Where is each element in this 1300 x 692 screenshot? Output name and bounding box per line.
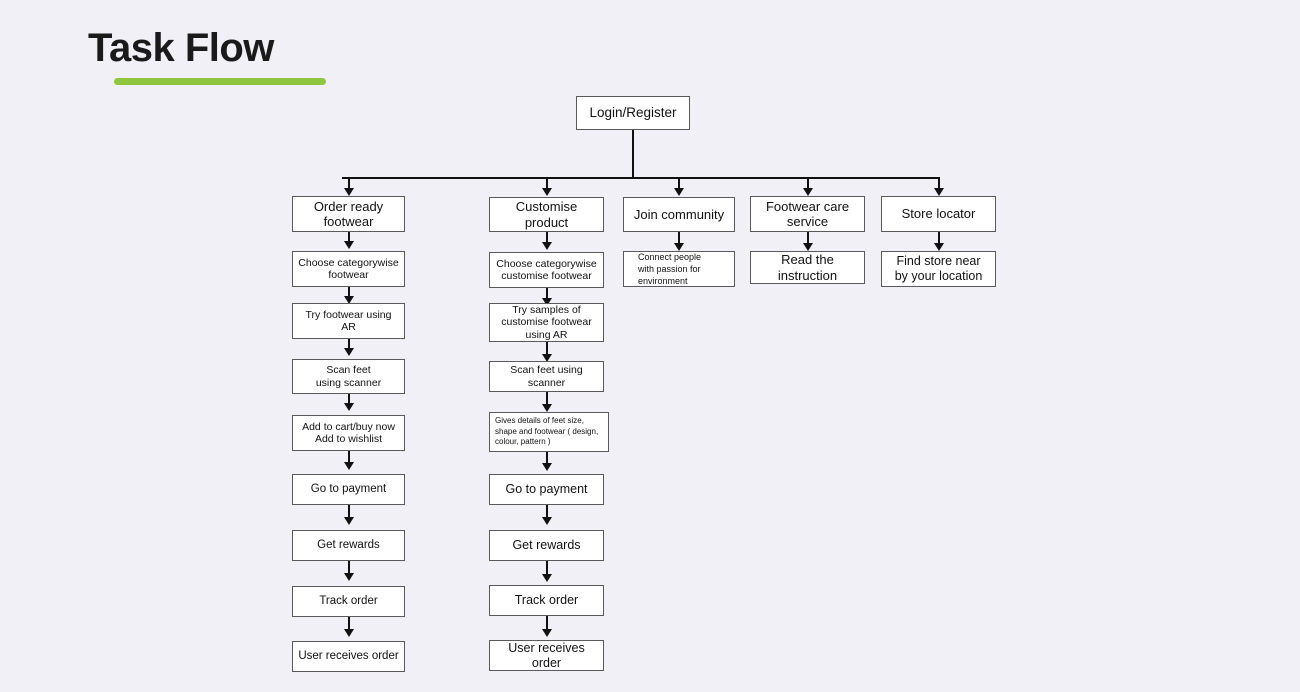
arrowhead-branch-2 — [542, 188, 552, 196]
page-title: Task Flow — [88, 26, 274, 70]
node-get-rewards-2[interactable]: Get rewards — [489, 530, 604, 561]
task-flow-canvas: Task Flow Login/Register Order ready foo… — [0, 0, 1300, 692]
node-scan-feet-using-scanner-2[interactable]: Scan feet using scanner — [489, 361, 604, 392]
node-footwear-care-service[interactable]: Footwear care service — [750, 196, 865, 232]
node-connect-people-passion-environment[interactable]: Connect people with passion for environm… — [623, 251, 735, 287]
arrowhead-branch-1 — [344, 188, 354, 196]
node-add-to-cart-wishlist[interactable]: Add to cart/buy now Add to wishlist — [292, 415, 405, 451]
node-login-register[interactable]: Login/Register — [576, 96, 690, 130]
node-store-locator[interactable]: Store locator — [881, 196, 996, 232]
node-read-the-instruction[interactable]: Read the instruction — [750, 251, 865, 284]
arrowhead-c3-1 — [674, 243, 684, 251]
node-try-footwear-using-ar[interactable]: Try footwear using AR — [292, 303, 405, 339]
node-join-community[interactable]: Join community — [623, 197, 735, 232]
node-choose-categorywise-footwear[interactable]: Choose categorywise footwear — [292, 251, 405, 287]
connector-c2-8 — [546, 616, 548, 630]
node-track-order-2[interactable]: Track order — [489, 585, 604, 616]
connector-branch-rail — [342, 177, 940, 179]
connector-root-stem — [632, 130, 634, 178]
node-try-samples-customise-footwear-ar[interactable]: Try samples of customise footwear using … — [489, 303, 604, 342]
node-order-ready-footwear[interactable]: Order ready footwear — [292, 196, 405, 232]
node-customise-product[interactable]: Customise product — [489, 197, 604, 232]
arrowhead-c1-8 — [344, 629, 354, 637]
node-gives-details-of-feet[interactable]: Gives details of feet size, shape and fo… — [489, 412, 609, 452]
arrowhead-c2-7 — [542, 574, 552, 582]
arrowhead-branch-3 — [674, 188, 684, 196]
arrowhead-c1-3 — [344, 348, 354, 356]
arrowhead-c2-6 — [542, 517, 552, 525]
node-scan-feet-using-scanner[interactable]: Scan feet using scanner — [292, 359, 405, 394]
node-user-receives-order-2[interactable]: User receives order — [489, 640, 604, 671]
connector-c2-7 — [546, 561, 548, 575]
title-block: Task Flow — [88, 26, 326, 85]
title-underline-accent — [114, 78, 326, 85]
arrowhead-c1-4 — [344, 403, 354, 411]
arrowhead-branch-5 — [934, 188, 944, 196]
arrowhead-c1-1 — [344, 241, 354, 249]
arrowhead-c2-5 — [542, 463, 552, 471]
node-get-rewards[interactable]: Get rewards — [292, 530, 405, 561]
arrowhead-branch-4 — [803, 188, 813, 196]
arrowhead-c4-1 — [803, 243, 813, 251]
node-find-store-near-location[interactable]: Find store near by your location — [881, 251, 996, 287]
arrowhead-c2-1 — [542, 242, 552, 250]
node-track-order[interactable]: Track order — [292, 586, 405, 617]
node-user-receives-order[interactable]: User receives order — [292, 641, 405, 672]
arrowhead-c1-5 — [344, 462, 354, 470]
node-choose-categorywise-customise-footwear[interactable]: Choose categorywise customise footwear — [489, 252, 604, 288]
node-go-to-payment[interactable]: Go to payment — [292, 474, 405, 505]
arrowhead-c2-8 — [542, 629, 552, 637]
arrowhead-c1-7 — [344, 573, 354, 581]
arrowhead-c2-4 — [542, 404, 552, 412]
arrowhead-c1-6 — [344, 517, 354, 525]
arrowhead-c5-1 — [934, 243, 944, 251]
node-go-to-payment-2[interactable]: Go to payment — [489, 474, 604, 505]
